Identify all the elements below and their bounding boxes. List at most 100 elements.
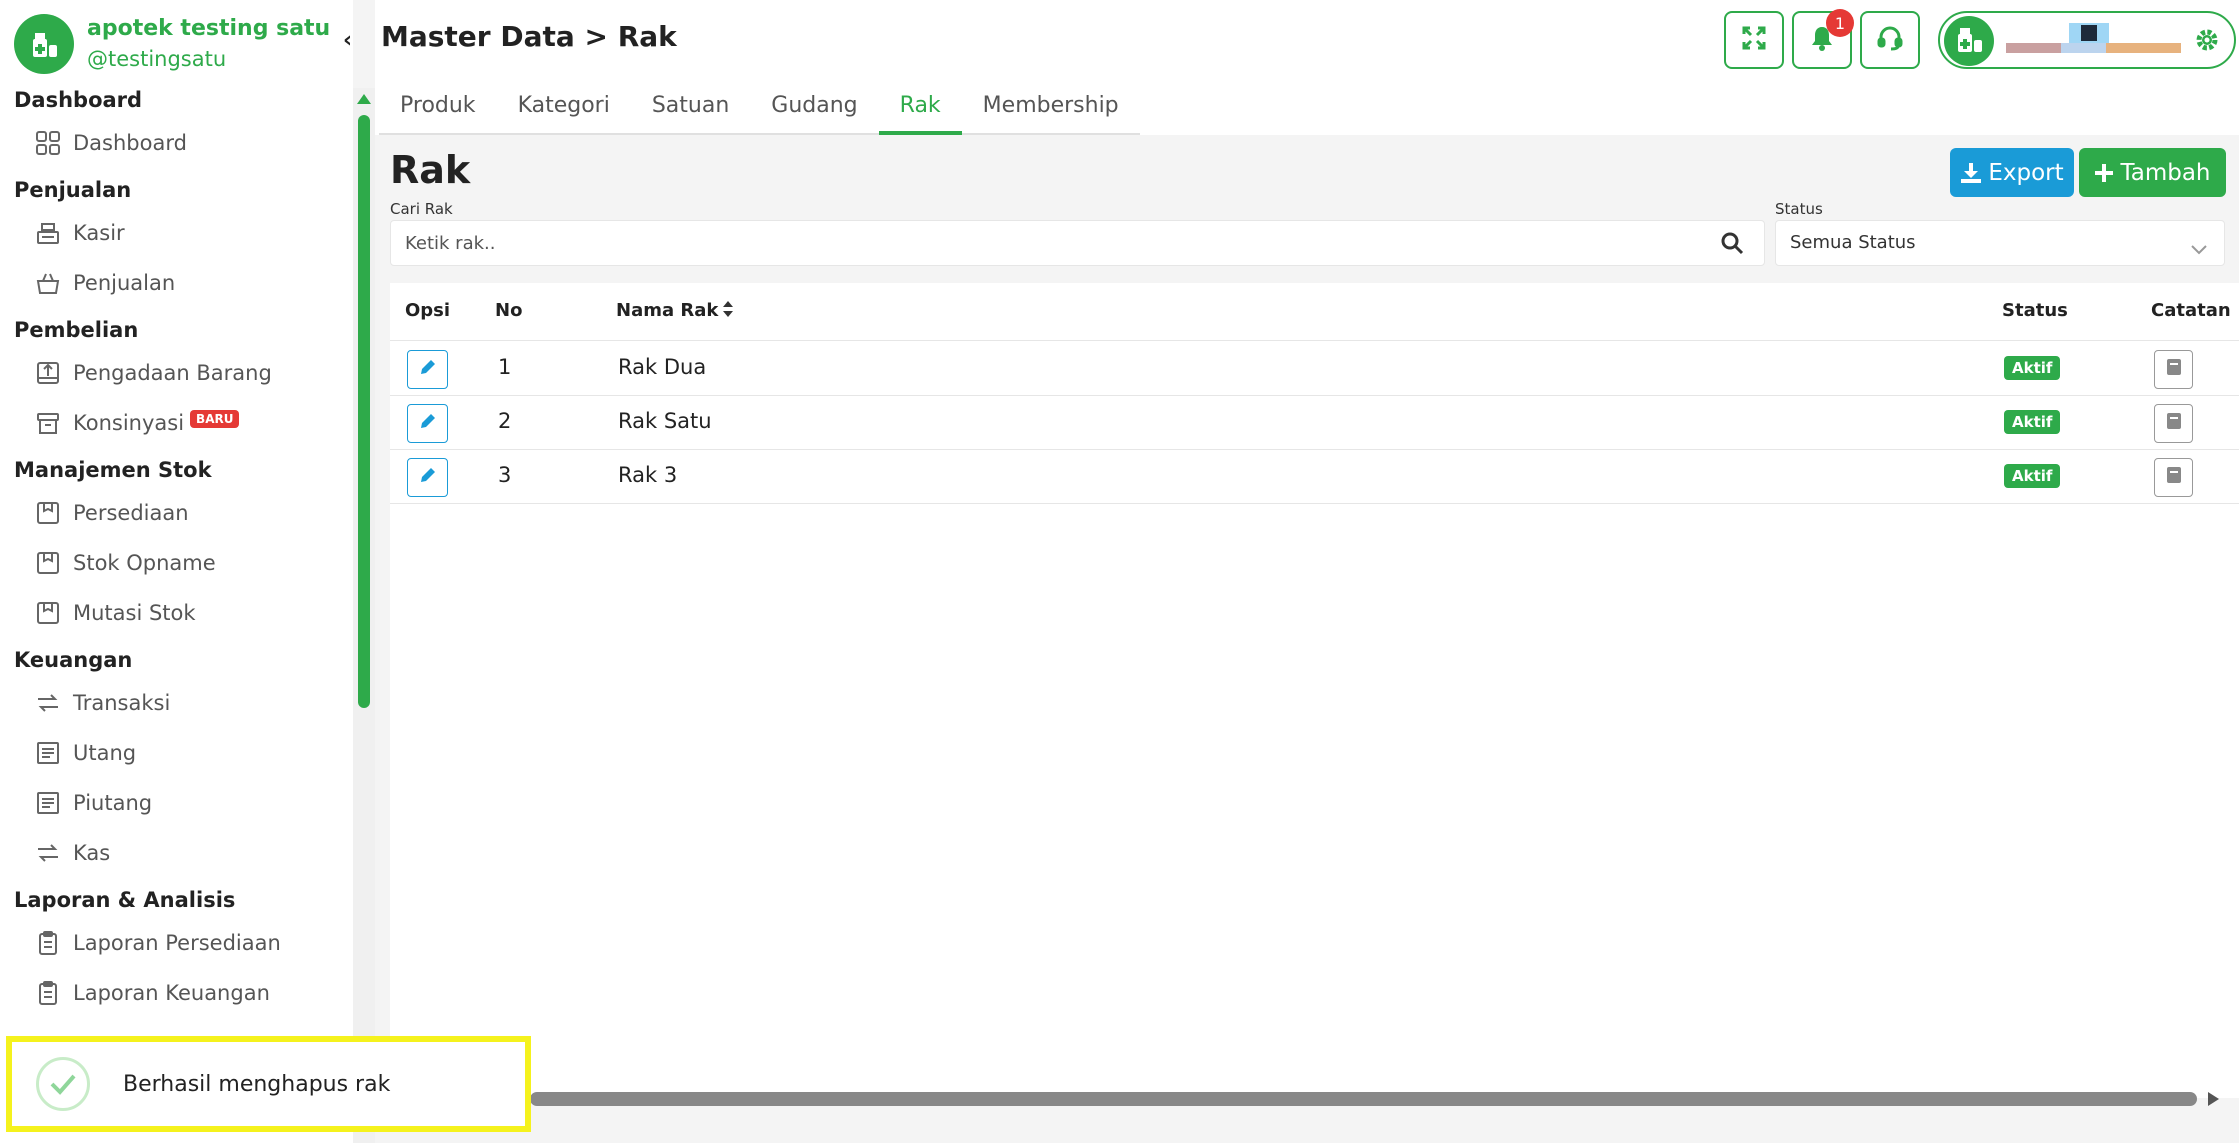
toast-message: Berhasil menghapus rak xyxy=(123,1071,391,1097)
add-label: Tambah xyxy=(2120,159,2211,186)
sort-icon[interactable] xyxy=(721,299,735,324)
sidebar-scrollbar-thumb[interactable] xyxy=(358,115,370,708)
edit-button[interactable] xyxy=(407,458,448,497)
brand: apotek testing satu @testingsatu xyxy=(14,14,330,74)
receipt-icon xyxy=(33,738,63,768)
scroll-right-arrow-icon[interactable] xyxy=(2208,1092,2219,1106)
header-nama-rak[interactable]: Nama Rak xyxy=(616,300,718,321)
check-circle-icon xyxy=(36,1057,90,1111)
nav-section-manajemen-stok: Manajemen Stok xyxy=(14,458,212,482)
tab-rak[interactable]: Rak xyxy=(878,80,962,135)
status-badge: Aktif xyxy=(2004,410,2061,434)
note-button[interactable] xyxy=(2154,458,2193,497)
sidebar-item-label: Mutasi Stok xyxy=(73,601,196,625)
header-status: Status xyxy=(2002,300,2068,321)
tab-gudang[interactable]: Gudang xyxy=(750,80,878,135)
row-no: 1 xyxy=(498,355,512,379)
search-input[interactable] xyxy=(391,221,1691,265)
master-data-tabs: Produk Kategori Satuan Gudang Rak Member… xyxy=(375,80,2239,135)
search-field xyxy=(390,220,1765,266)
headset-icon xyxy=(1876,24,1904,56)
box-icon xyxy=(33,548,63,578)
search-icon[interactable] xyxy=(1720,231,1744,259)
nav-section-pembelian: Pembelian xyxy=(14,318,139,342)
tab-membership[interactable]: Membership xyxy=(962,80,1140,135)
sidebar-item-laporan-persediaan[interactable]: Laporan Persediaan xyxy=(0,918,353,968)
search-label: Cari Rak xyxy=(390,200,453,218)
sidebar-item-kas[interactable]: Kas xyxy=(0,828,353,878)
new-badge: BARU xyxy=(190,410,240,428)
horizontal-scrollbar[interactable] xyxy=(530,1092,2197,1106)
tab-satuan[interactable]: Satuan xyxy=(631,80,750,135)
status-select[interactable]: Semua Status xyxy=(1775,220,2225,266)
rak-table: Opsi No Nama Rak Status Catatan 1 Rak Du… xyxy=(390,283,2239,1098)
sidebar-item-label: Transaksi xyxy=(73,691,171,715)
top-header: Master Data > Rak 1 xyxy=(375,0,2239,80)
row-nama-rak: Rak 3 xyxy=(618,463,678,487)
export-button[interactable]: Export xyxy=(1950,148,2074,197)
sidebar-item-konsinyasi[interactable]: Konsinyasi BARU xyxy=(0,398,353,448)
pencil-icon xyxy=(418,411,438,436)
clipboard-icon xyxy=(33,928,63,958)
sidebar: apotek testing satu @testingsatu ‹ Dashb… xyxy=(0,0,353,1143)
status-select-value: Semua Status xyxy=(1790,232,1916,253)
chevron-down-icon xyxy=(2188,233,2210,277)
brand-name: apotek testing satu xyxy=(87,16,331,41)
fullscreen-button[interactable] xyxy=(1724,11,1784,69)
edit-button[interactable] xyxy=(407,350,448,389)
archive-icon xyxy=(33,408,63,438)
pencil-icon xyxy=(418,357,438,382)
tab-kategori[interactable]: Kategori xyxy=(497,80,631,135)
sidebar-item-dashboard[interactable]: Dashboard xyxy=(0,118,353,168)
add-rak-button[interactable]: Tambah xyxy=(2079,148,2226,197)
note-button[interactable] xyxy=(2154,404,2193,443)
sidebar-item-pengadaan-barang[interactable]: Pengadaan Barang xyxy=(0,348,353,398)
inbox-icon xyxy=(33,358,63,388)
sidebar-item-mutasi-stok[interactable]: Mutasi Stok xyxy=(0,588,353,638)
sidebar-item-label: Laporan Keuangan xyxy=(73,981,270,1005)
notification-button[interactable]: 1 xyxy=(1792,9,1854,69)
sidebar-item-penjualan[interactable]: Penjualan xyxy=(0,258,353,308)
sidebar-item-label: Stok Opname xyxy=(73,551,216,575)
scroll-up-arrow-icon[interactable] xyxy=(357,94,371,104)
status-badge: Aktif xyxy=(2004,464,2061,488)
sidebar-item-utang[interactable]: Utang xyxy=(0,728,353,778)
profile-name-placeholder-block xyxy=(2006,23,2181,57)
sidebar-item-stok-opname[interactable]: Stok Opname xyxy=(0,538,353,588)
sidebar-item-transaksi[interactable]: Transaksi xyxy=(0,678,353,728)
edit-button[interactable] xyxy=(407,404,448,443)
sidebar-item-label: Kasir xyxy=(73,221,125,245)
support-button[interactable] xyxy=(1860,11,1920,69)
pencil-icon xyxy=(418,465,438,490)
note-icon xyxy=(2165,465,2183,490)
note-icon xyxy=(2165,411,2183,436)
gear-icon[interactable] xyxy=(2194,27,2220,57)
sidebar-item-piutang[interactable]: Piutang xyxy=(0,778,353,828)
export-label: Export xyxy=(1988,159,2064,186)
sidebar-item-label: Laporan Persediaan xyxy=(73,931,281,955)
row-no: 3 xyxy=(498,463,512,487)
receipt-icon xyxy=(33,788,63,818)
nav-section-dashboard: Dashboard xyxy=(14,88,143,112)
nav-section-laporan: Laporan & Analisis xyxy=(14,888,236,912)
profile-menu[interactable] xyxy=(1938,11,2236,69)
table-row: 2 Rak Satu Aktif xyxy=(390,396,2239,450)
exchange-icon xyxy=(33,688,63,718)
collapse-sidebar-chevron-icon[interactable]: ‹ xyxy=(343,28,352,53)
cash-register-icon xyxy=(33,218,63,248)
note-button[interactable] xyxy=(2154,350,2193,389)
basket-icon xyxy=(33,268,63,298)
sidebar-item-label: Kas xyxy=(73,841,111,865)
grid-icon xyxy=(33,128,63,158)
sidebar-item-label: Piutang xyxy=(73,791,153,815)
sidebar-item-label: Pengadaan Barang xyxy=(73,361,272,385)
box-icon xyxy=(33,598,63,628)
sidebar-item-laporan-keuangan[interactable]: Laporan Keuangan xyxy=(0,968,353,1018)
sidebar-item-kasir[interactable]: Kasir xyxy=(0,208,353,258)
sidebar-nav: Dashboard Dashboard Penjualan Kasir Penj… xyxy=(0,82,353,1018)
tab-produk[interactable]: Produk xyxy=(379,80,497,135)
header-no: No xyxy=(495,300,523,321)
sidebar-item-persediaan[interactable]: Persediaan xyxy=(0,488,353,538)
exchange-icon xyxy=(33,838,63,868)
note-icon xyxy=(2165,357,2183,382)
